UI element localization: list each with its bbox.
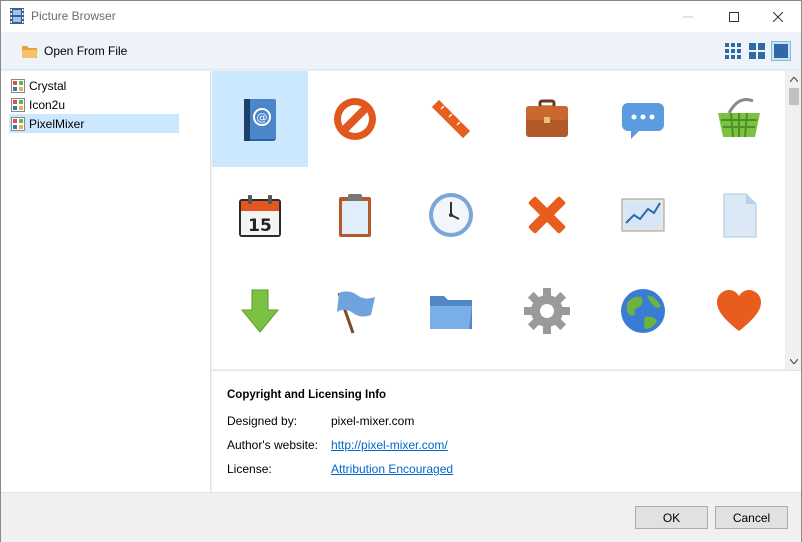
clipboard-icon [339, 194, 371, 237]
icon-grid: @ 15 [212, 71, 785, 369]
grid-cell-delete-cross[interactable] [499, 167, 595, 263]
title-bar: Picture Browser [1, 1, 801, 32]
close-button[interactable] [755, 1, 801, 32]
grid-cell-globe[interactable] [595, 263, 691, 359]
tree-item-crystal[interactable]: Crystal [9, 76, 179, 95]
open-from-file-button[interactable]: Open From File [21, 40, 127, 62]
ruler-icon [431, 99, 471, 139]
minimize-icon [683, 16, 693, 17]
grid-cell-ruler[interactable] [403, 71, 499, 167]
folder-icon [430, 296, 472, 329]
flag-icon [337, 291, 375, 334]
medium-grid-view-icon [749, 43, 765, 59]
window-title: Picture Browser [31, 9, 116, 23]
close-icon [773, 11, 783, 22]
icon-set-icon [11, 78, 25, 93]
delete-cross-icon [528, 196, 566, 234]
download-arrow-icon [240, 289, 280, 333]
chevron-up-icon [790, 76, 798, 82]
licensing-info-panel: Copyright and Licensing Info Designed by… [212, 370, 801, 492]
license-label: License: [227, 462, 272, 476]
tree-item-label: PixelMixer [29, 116, 85, 131]
tree-item-pixelmixer[interactable]: PixelMixer [9, 114, 179, 133]
chart-icon [621, 198, 665, 232]
grid-cell-calendar[interactable]: 15 [212, 167, 308, 263]
small-grid-view-icon [725, 43, 741, 59]
grid-cell-folder[interactable] [403, 263, 499, 359]
large-view-button[interactable] [771, 41, 791, 61]
scroll-thumb[interactable] [789, 88, 799, 105]
tree-item-label: Crystal [29, 78, 67, 93]
tree-item-label: Icon2u [29, 97, 66, 112]
grid-cell-download-arrow[interactable] [212, 263, 308, 359]
shopping-basket-icon [718, 98, 760, 138]
grid-cell-flag[interactable] [307, 263, 403, 359]
film-strip-icon [10, 8, 24, 24]
address-book-icon: @ [244, 99, 276, 141]
icon-grid-scrollbar[interactable] [785, 71, 801, 369]
forbidden-icon [334, 98, 376, 140]
picture-browser-window: Picture Browser Open From File Crystal I… [0, 0, 802, 542]
svg-text:@: @ [257, 111, 268, 124]
designed-by-label: Designed by: [227, 414, 298, 428]
globe-icon [621, 289, 665, 333]
grid-cell-address-book[interactable]: @ [212, 71, 308, 167]
chat-bubble-icon [622, 103, 664, 139]
website-link[interactable]: http://pixel-mixer.com/ [331, 438, 448, 452]
grid-cell-gear[interactable] [499, 263, 595, 359]
icon-set-tree: Crystal Icon2u PixelMixer [1, 71, 211, 492]
large-view-icon [774, 44, 788, 58]
clock-icon [429, 193, 473, 237]
grid-cell-forbidden[interactable] [307, 71, 403, 167]
grid-cell-heart[interactable] [691, 263, 785, 359]
briefcase-icon [526, 99, 568, 137]
maximize-icon [729, 11, 739, 22]
heart-icon [717, 290, 761, 331]
calendar-icon: 15 [239, 195, 281, 237]
document-icon [723, 193, 757, 238]
grid-cell-briefcase[interactable] [499, 71, 595, 167]
gear-icon [524, 288, 570, 334]
folder-open-icon [22, 45, 38, 58]
ok-button[interactable]: OK [635, 506, 708, 529]
grid-cell-chat-bubble[interactable] [595, 71, 691, 167]
designed-by-value: pixel-mixer.com [331, 414, 415, 428]
minimize-button[interactable] [665, 1, 711, 32]
grid-cell-shopping-basket[interactable] [691, 71, 785, 167]
tree-item-icon2u[interactable]: Icon2u [9, 95, 179, 114]
website-label: Author's website: [227, 438, 319, 452]
scroll-down-button[interactable] [786, 353, 802, 369]
icon-set-icon [11, 97, 25, 112]
calendar-day-text: 15 [248, 216, 272, 236]
grid-cell-document[interactable] [691, 167, 785, 263]
dialog-footer: OK Cancel [1, 492, 801, 542]
info-title: Copyright and Licensing Info [227, 389, 387, 401]
scroll-up-button[interactable] [786, 71, 802, 87]
maximize-button[interactable] [711, 1, 757, 32]
toolbar: Open From File [1, 32, 801, 70]
grid-cell-clock[interactable] [403, 167, 499, 263]
grid-cell-clipboard[interactable] [307, 167, 403, 263]
small-grid-view-button[interactable] [723, 41, 743, 61]
icon-set-icon [11, 116, 25, 131]
open-from-file-label: Open From File [44, 44, 128, 58]
cancel-button[interactable]: Cancel [715, 506, 788, 529]
license-link[interactable]: Attribution Encouraged [331, 462, 453, 476]
grid-cell-chart[interactable] [595, 167, 691, 263]
chevron-down-icon [790, 358, 798, 364]
medium-grid-view-button[interactable] [747, 41, 767, 61]
